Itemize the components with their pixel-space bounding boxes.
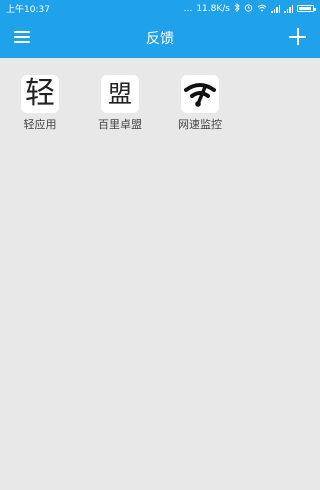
light-app-icon: 轻 — [21, 75, 59, 113]
app-label: 网速监控 — [178, 118, 222, 131]
net-speed: 11.8K/s — [196, 3, 230, 14]
baili-zhuomeng-icon: 盟 — [101, 75, 139, 113]
app-speed-monitor[interactable]: 网速监控 — [168, 75, 232, 132]
status-dots: ... — [183, 3, 193, 14]
app-baili-zhuomeng[interactable]: 盟 百里卓盟 — [88, 75, 152, 132]
alarm-icon — [244, 3, 253, 14]
speed-monitor-icon — [181, 75, 219, 113]
signal-icon-2 — [284, 4, 293, 13]
app-label: 轻应用 — [23, 118, 57, 131]
signal-icon — [271, 4, 280, 13]
app-light-app[interactable]: 轻 轻应用 — [8, 75, 72, 132]
app-label: 百里卓盟 — [98, 118, 142, 131]
status-time: 上午10:37 — [6, 5, 50, 15]
app-bar: 反馈 — [0, 17, 320, 58]
page-title: 反馈 — [146, 31, 174, 47]
status-bar: 上午10:37 ... 11.8K/s — [0, 0, 320, 17]
battery-icon — [297, 5, 316, 12]
plus-icon[interactable] — [289, 28, 306, 45]
wifi-icon — [257, 4, 267, 14]
bluetooth-icon — [234, 2, 240, 14]
